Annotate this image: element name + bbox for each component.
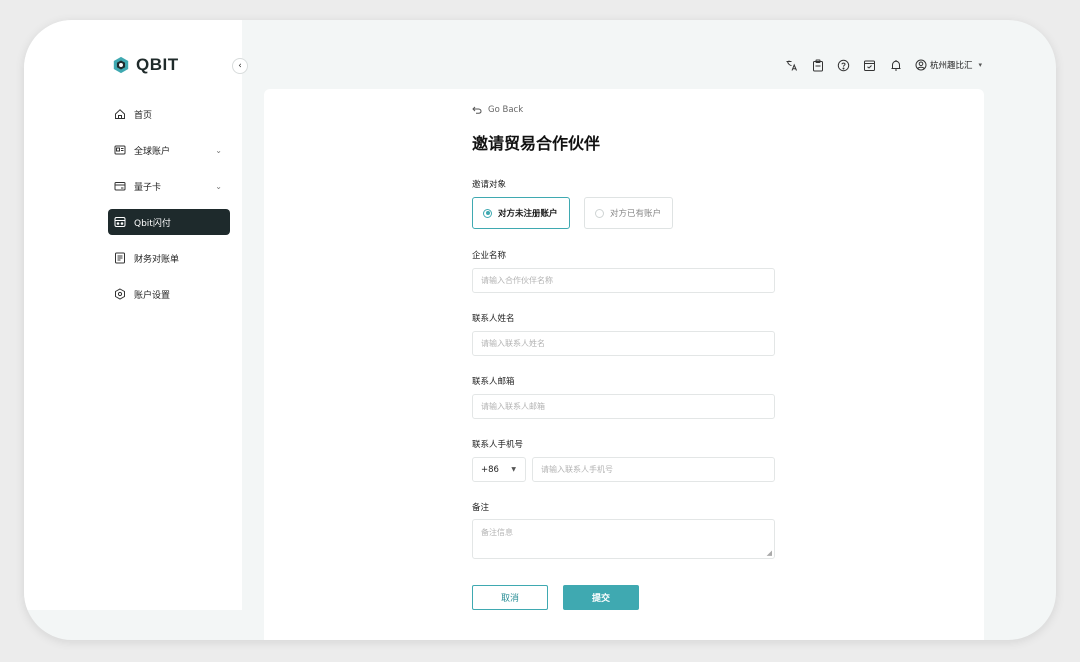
collapse-sidebar-button[interactable]: ‹	[232, 58, 248, 74]
chevron-down-icon: ⌄	[215, 145, 222, 155]
sidebar-item-account-settings[interactable]: 账户设置	[108, 281, 230, 307]
caret-down-icon: ▼	[511, 466, 516, 473]
sidebar-item-global-account[interactable]: 全球账户 ⌄	[108, 137, 230, 163]
sidebar-item-home[interactable]: 首页	[108, 101, 230, 127]
cancel-button[interactable]: 取消	[472, 585, 548, 610]
sidebar-item-label: 财务对账单	[134, 254, 180, 265]
sidebar-nav: 首页 全球账户 ⌄ 量子卡 ⌄ Qbit闪付 财务对账单 账户设置	[108, 101, 230, 317]
sidebar-item-statement[interactable]: 财务对账单	[108, 245, 230, 271]
radio-label: 对方已有账户	[610, 209, 662, 219]
user-avatar-icon	[915, 59, 927, 71]
bell-icon[interactable]	[889, 58, 903, 72]
clipboard-icon[interactable]	[811, 58, 825, 72]
caret-down-icon: ▾	[978, 61, 982, 69]
card-icon	[114, 182, 126, 191]
invite-target-label: 邀请对象	[472, 180, 507, 190]
phone-country-code-select[interactable]: +86 ▼	[472, 457, 526, 482]
company-name-input[interactable]: 请输入合作伙伴名称	[472, 268, 775, 293]
brand-name: QBIT	[136, 55, 179, 74]
page-title: 邀请贸易合作伙伴	[472, 134, 601, 153]
radio-registered-account[interactable]: 对方已有账户	[584, 197, 673, 229]
sidebar-item-label: 量子卡	[134, 182, 162, 193]
note-label: 备注	[472, 503, 490, 513]
sidebar-item-label: 首页	[134, 110, 153, 121]
contact-phone-label: 联系人手机号	[472, 440, 524, 450]
settings-icon	[115, 288, 125, 300]
radio-unregistered-account[interactable]: 对方未注册账户	[472, 197, 570, 229]
topbar: 杭州趣比汇 ▾	[785, 58, 982, 72]
qbit-logo-icon	[113, 56, 129, 74]
sidebar-item-label: Qbit闪付	[134, 218, 171, 229]
sidebar-item-label: 账户设置	[134, 290, 171, 301]
contact-email-label: 联系人邮箱	[472, 377, 515, 387]
placeholder: 备注信息	[481, 528, 513, 537]
resize-handle-icon[interactable]: ◢	[767, 549, 772, 557]
main-panel: Go Back 邀请贸易合作伙伴 邀请对象 对方未注册账户 对方已有账户 企业名…	[264, 89, 984, 640]
chevron-down-icon: ⌄	[215, 181, 222, 191]
contact-name-input[interactable]: 请输入联系人姓名	[472, 331, 775, 356]
contact-name-label: 联系人姓名	[472, 314, 515, 324]
contact-email-input[interactable]: 请输入联系人邮箱	[472, 394, 775, 419]
translate-icon[interactable]	[785, 58, 799, 72]
placeholder: 请输入联系人姓名	[481, 339, 545, 348]
sidebar-item-qbit-flash-pay[interactable]: Qbit闪付	[108, 209, 230, 235]
logo: QBIT	[112, 55, 179, 75]
radio-label: 对方未注册账户	[498, 209, 558, 219]
user-menu[interactable]: 杭州趣比汇 ▾	[915, 59, 982, 71]
back-arrow-icon	[472, 106, 482, 114]
home-icon	[115, 109, 125, 119]
placeholder: 请输入联系人手机号	[541, 465, 613, 474]
flash-pay-icon	[114, 217, 126, 227]
company-name-label: 企业名称	[472, 251, 507, 261]
sidebar: QBIT 首页 全球账户 ⌄ 量子卡 ⌄ Qbit闪付 财务对账单 账户设置	[24, 20, 242, 610]
go-back-link[interactable]: Go Back	[472, 105, 523, 115]
chevron-left-icon: ‹	[238, 61, 242, 71]
id-card-icon	[114, 145, 126, 155]
calendar-check-icon[interactable]	[863, 58, 877, 72]
phone-code-value: +86	[481, 464, 499, 475]
sidebar-item-label: 全球账户	[134, 146, 171, 157]
radio-checked-icon	[483, 208, 492, 218]
submit-button[interactable]: 提交	[563, 585, 639, 610]
contact-phone-input[interactable]: 请输入联系人手机号	[532, 457, 775, 482]
go-back-label: Go Back	[488, 105, 524, 115]
placeholder: 请输入合作伙伴名称	[481, 276, 553, 285]
user-name: 杭州趣比汇	[929, 61, 973, 71]
sidebar-item-quantum-card[interactable]: 量子卡 ⌄	[108, 173, 230, 199]
app-window: QBIT 首页 全球账户 ⌄ 量子卡 ⌄ Qbit闪付 财务对账单 账户设置 ‹…	[24, 20, 1056, 640]
note-textarea[interactable]: 备注信息 ◢	[472, 519, 775, 559]
statement-icon	[115, 252, 125, 264]
placeholder: 请输入联系人邮箱	[481, 402, 545, 411]
help-icon[interactable]	[837, 58, 851, 72]
radio-unchecked-icon	[595, 208, 604, 218]
